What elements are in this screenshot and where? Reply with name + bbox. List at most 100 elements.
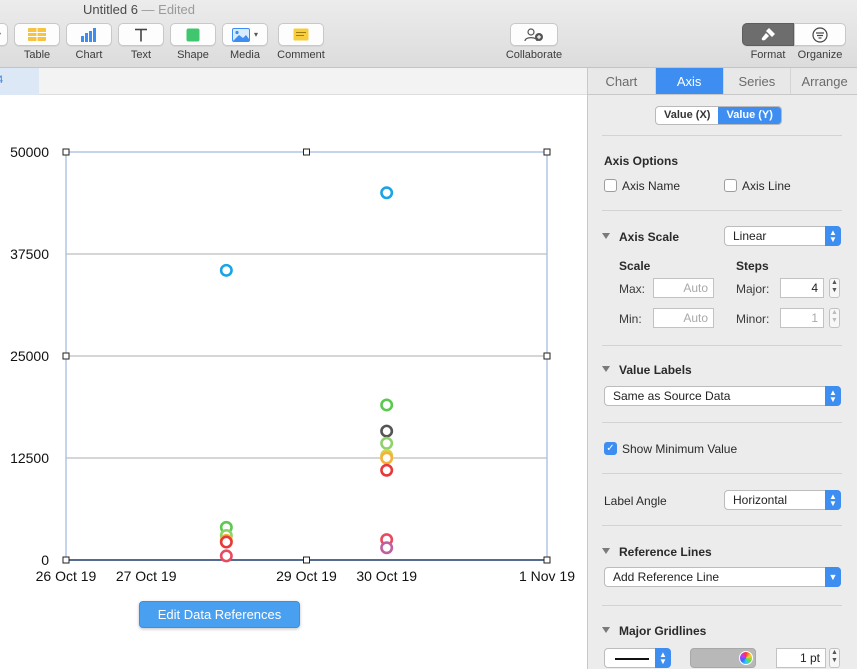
min-label: Min: [619,312,642,326]
y-tick-label: 50000 [10,144,49,160]
axis-name-label: Axis Name [622,179,681,193]
y-tick-label: 12500 [10,450,49,466]
data-point [219,263,233,277]
axis-options-heading: Axis Options [604,154,679,168]
divider [602,525,842,526]
scatter-chart[interactable]: 0 12500 25000 37500 50000 26 Oct 19 27 Oct 19… [0,68,587,669]
document-canvas[interactable]: 4 0 12500 25000 37500 50000 26 Oct 19 27 Oct … [0,68,587,669]
minor-stepper[interactable]: ▲ ▼ [829,308,840,328]
data-point [380,424,394,438]
label-angle-popup[interactable]: Horizontal ▲ ▼ [724,490,841,510]
major-stepper[interactable]: ▲ ▼ [829,278,840,298]
axis-scale-value: Linear [733,229,767,243]
minor-label: Minor: [736,312,770,326]
scale-header: Scale [619,259,651,273]
selection-handle[interactable] [62,556,70,564]
toolbar-comment-label: Comment [277,49,325,61]
toolbar-comment-button[interactable]: Comment [276,23,326,61]
divider [602,422,842,423]
toolbar-media-label: Media [230,49,260,61]
format-panel: Chart Axis Series Arrange Value (X) Valu… [587,68,857,669]
selection-handle[interactable] [543,148,551,156]
toolbar-chart-button[interactable]: Chart [66,23,112,61]
divider [602,473,842,474]
label-angle-value: Horizontal [733,493,788,507]
toolbar-collaborate-label: Collaborate [505,49,563,61]
x-tick-label: 26 Oct 19 [36,568,97,584]
data-point [380,541,394,555]
toolbar-format-button[interactable]: Format [742,23,794,61]
axis-scale-popup[interactable]: Linear ▲ ▼ [724,226,841,246]
text-icon [135,28,147,41]
value-labels-popup[interactable]: Same as Source Data ▲ ▼ [604,386,841,406]
axis-line-label: Axis Line [742,179,791,193]
axis-line-checkbox[interactable] [724,179,737,192]
chart-icon [81,27,96,42]
panel-tabs: Chart Axis Series Arrange [588,68,857,95]
disclosure-triangle-icon[interactable] [602,366,610,372]
document-name: Untitled 6 [83,2,138,17]
divider [602,210,842,211]
add-reference-line-value: Add Reference Line [613,570,720,584]
major-gridlines-heading: Major Gridlines [619,624,707,638]
major-steps-field[interactable]: 4 [780,278,824,298]
selection-handle[interactable] [543,352,551,360]
selection-handle[interactable] [303,148,310,156]
x-tick-label: 1 Nov 19 [519,568,575,584]
edit-data-references-button[interactable]: Edit Data References [139,601,300,628]
toolbar-media-button[interactable]: ▾ Media [222,23,268,61]
toolbar-organize-button[interactable]: Organize [794,23,846,61]
gridline-color-well[interactable] [690,648,756,668]
gridline-width-field[interactable]: 1 pt [776,648,826,668]
data-point [380,463,394,477]
chevron-down-icon: ▼ [825,567,841,587]
toolbar-chart-label: Chart [75,49,103,61]
disclosure-triangle-icon[interactable] [602,548,610,554]
tab-series[interactable]: Series [723,68,792,94]
max-field[interactable]: Auto [653,278,714,298]
chevron-down-icon: ▾ [253,30,258,39]
axis-name-checkbox[interactable] [604,179,617,192]
divider [602,605,842,606]
add-reference-line-popup[interactable]: Add Reference Line ▼ [604,567,841,587]
toolbar-collaborate-button[interactable]: Collaborate [501,23,567,61]
collaborate-icon [524,27,543,41]
y-tick-label: 25000 [10,348,49,364]
minor-steps-field[interactable]: 1 [780,308,824,328]
selection-handle[interactable] [62,148,70,156]
selection-handle[interactable] [303,556,310,564]
comment-icon [293,28,309,41]
toolbar-table-label: Table [23,49,51,61]
disclosure-triangle-icon[interactable] [602,233,610,239]
show-minimum-checkbox[interactable]: ✓ [604,442,617,455]
gridline-style-popup[interactable]: ▲ ▼ [604,648,671,668]
value-x-segment[interactable]: Value (X) [656,107,718,124]
toolbar-text-button[interactable]: Text [118,23,164,61]
tab-arrange[interactable]: Arrange [791,68,857,94]
view-menu-button[interactable]: ▾ [0,23,8,46]
value-y-segment[interactable]: Value (Y) [718,107,781,124]
format-brush-icon [761,28,775,41]
value-labels-heading: Value Labels [619,363,692,377]
min-field[interactable]: Auto [653,308,714,328]
popup-arrows-icon: ▲ ▼ [825,386,841,406]
color-wheel-icon[interactable] [739,651,753,665]
edited-status: — Edited [141,2,196,17]
label-angle-label: Label Angle [604,494,667,508]
data-point [380,398,394,412]
tab-chart[interactable]: Chart [588,68,656,94]
gridline-width-stepper[interactable]: ▲ ▼ [829,648,840,668]
disclosure-triangle-icon[interactable] [602,627,610,633]
selection-handle[interactable] [543,556,551,564]
toolbar: Untitled 6 — Edited ▾ Table Chart [0,0,857,68]
axis-scale-heading: Axis Scale [619,230,680,244]
toolbar-shape-label: Shape [177,49,209,61]
value-labels-value: Same as Source Data [613,389,731,403]
tab-axis[interactable]: Axis [655,68,724,94]
table-icon [28,28,46,41]
data-point [380,186,394,200]
toolbar-table-button[interactable]: Table [14,23,60,61]
toolbar-shape-button[interactable]: Shape [170,23,216,61]
selection-handle[interactable] [62,352,70,360]
toolbar-format-label: Format [750,49,786,61]
